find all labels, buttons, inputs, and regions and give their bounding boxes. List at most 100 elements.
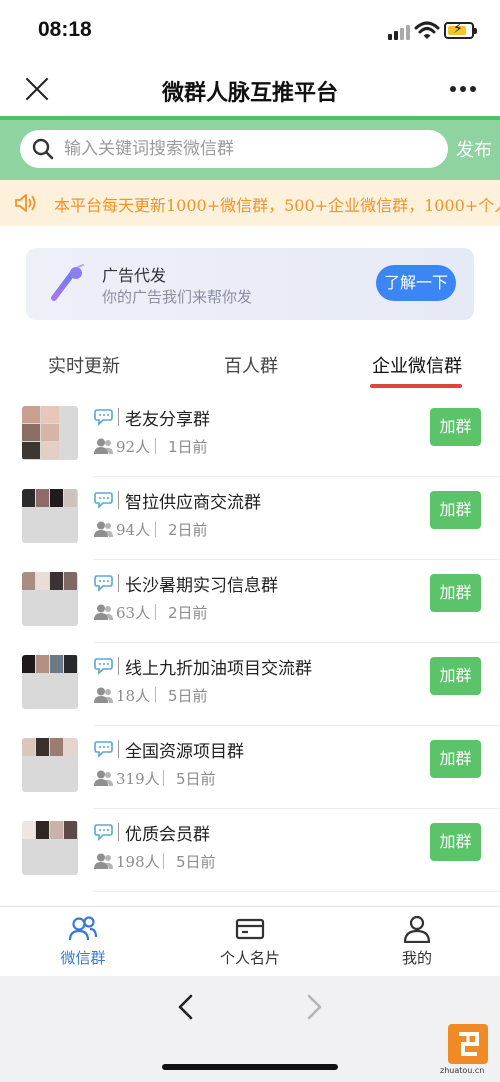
updated-time: 2日前: [168, 521, 208, 539]
join-group-button[interactable]: 加群: [430, 408, 481, 446]
meta-separator: [155, 687, 156, 703]
separator: [118, 408, 119, 426]
tab-enterprise-groups[interactable]: 企业微信群: [372, 352, 462, 378]
meta-separator: [163, 770, 164, 786]
publish-button[interactable]: 发布: [456, 136, 492, 162]
watermark-text: zhuatou.cn: [440, 1066, 485, 1075]
join-group-button[interactable]: 加群: [430, 574, 481, 612]
group-list: 老友分享群 92人 1日前 加群 智拉供应商交流群 94人 2日前 加群 长沙暑…: [0, 394, 500, 892]
updated-time: 5日前: [176, 770, 216, 788]
row-divider: [94, 891, 500, 892]
separator: [118, 657, 119, 675]
member-count: 94人: [116, 521, 151, 539]
active-tab-indicator: [370, 384, 462, 388]
group-name: 优质会员群: [125, 825, 210, 845]
list-item[interactable]: 优质会员群 198人 5日前 加群: [0, 809, 500, 892]
cellular-signal-icon: [388, 24, 410, 40]
microphone-icon: [51, 264, 84, 301]
updated-time: 5日前: [176, 853, 216, 871]
group-avatar: [22, 655, 78, 709]
separator: [118, 491, 119, 509]
tabbar-label: 我的: [401, 949, 432, 967]
separator: [118, 740, 119, 758]
join-group-button[interactable]: 加群: [430, 740, 481, 778]
list-item[interactable]: 智拉供应商交流群 94人 2日前 加群: [0, 477, 500, 560]
chat-icon: [94, 409, 113, 426]
chat-icon: [94, 658, 113, 675]
wifi-icon: [414, 21, 440, 39]
home-indicator[interactable]: [162, 1064, 338, 1070]
search-input[interactable]: [64, 130, 434, 168]
ad-subtitle: 你的广告我们来帮你发: [102, 288, 253, 306]
group-avatar: [22, 821, 78, 875]
tab-hundred-groups[interactable]: 百人群: [224, 352, 278, 378]
group-name: 老友分享群: [125, 410, 210, 430]
tabbar-item-me[interactable]: 我的: [367, 915, 467, 968]
meta-separator: [155, 521, 156, 537]
meta-separator: [155, 604, 156, 620]
group-name: 智拉供应商交流群: [125, 493, 261, 513]
battery-icon: ⚡: [444, 21, 477, 39]
group-name: 线上九折加油项目交流群: [125, 659, 312, 679]
member-count: 63人: [116, 604, 151, 622]
separator: [118, 823, 119, 841]
status-time: 08:18: [38, 18, 92, 41]
chat-icon: [94, 741, 113, 758]
members-icon: [94, 687, 113, 703]
group-avatar: [22, 406, 78, 460]
updated-time: 2日前: [168, 604, 208, 622]
tabbar-item-business-card[interactable]: 个人名片: [200, 915, 300, 968]
people-icon: [68, 916, 98, 941]
main-content: 广告代发 你的广告我们来帮你发 了解一下 实时更新 百人群 企业微信群 老友分享…: [0, 226, 500, 906]
group-avatar: [22, 572, 78, 626]
chat-icon: [94, 575, 113, 592]
list-item[interactable]: 全国资源项目群 319人 5日前 加群: [0, 726, 500, 809]
separator: [118, 574, 119, 592]
join-group-button[interactable]: 加群: [430, 491, 481, 529]
ad-title: 广告代发: [102, 266, 167, 285]
forward-arrow-icon[interactable]: [304, 994, 324, 1020]
member-count: 92人: [116, 438, 151, 456]
learn-more-button[interactable]: 了解一下: [376, 265, 456, 301]
join-group-button[interactable]: 加群: [430, 657, 481, 695]
members-icon: [94, 770, 113, 786]
tabbar-label: 个人名片: [219, 949, 280, 967]
card-icon: [235, 918, 265, 940]
updated-time: 1日前: [168, 438, 208, 456]
join-group-button[interactable]: 加群: [430, 823, 481, 861]
search-icon: [32, 138, 54, 160]
bottom-tab-bar: 微信群 个人名片 我的: [0, 906, 500, 976]
tabbar-label: 微信群: [60, 949, 106, 967]
page-title: 微群人脉互推平台: [161, 81, 338, 106]
group-avatar: [22, 489, 78, 543]
members-icon: [94, 853, 113, 869]
members-icon: [94, 604, 113, 620]
user-icon: [403, 915, 431, 943]
browser-toolbar: [0, 976, 500, 1082]
more-icon[interactable]: [450, 86, 476, 94]
notice-bar: 本平台每天更新1000+微信群，500+企业微信群，1000+个人名片: [0, 180, 500, 226]
tab-realtime[interactable]: 实时更新: [48, 352, 120, 378]
chat-icon: [94, 824, 113, 841]
group-name: 全国资源项目群: [125, 742, 244, 762]
search-box[interactable]: [20, 130, 448, 168]
member-count: 198人: [116, 853, 160, 871]
status-bar: 08:18 ⚡: [0, 0, 500, 62]
list-item[interactable]: 长沙暑期实习信息群 63人 2日前 加群: [0, 560, 500, 643]
back-arrow-icon[interactable]: [176, 994, 196, 1020]
ad-card[interactable]: 广告代发 你的广告我们来帮你发 了解一下: [26, 248, 474, 320]
list-item[interactable]: 老友分享群 92人 1日前 加群: [0, 394, 500, 477]
members-icon: [94, 438, 113, 454]
notice-text: 本平台每天更新1000+微信群，500+企业微信群，1000+个人名片: [54, 196, 500, 215]
watermark-logo: [448, 1024, 488, 1064]
watermark-glyph-icon: [459, 1032, 479, 1056]
tabbar-item-groups[interactable]: 微信群: [33, 915, 133, 968]
group-name: 长沙暑期实习信息群: [125, 576, 278, 596]
members-icon: [94, 521, 113, 537]
navigation-bar: 微群人脉互推平台: [0, 62, 500, 116]
member-count: 319人: [116, 770, 160, 788]
meta-separator: [163, 853, 164, 869]
search-header: 发布: [0, 116, 500, 180]
chat-icon: [94, 492, 113, 509]
list-item[interactable]: 线上九折加油项目交流群 18人 5日前 加群: [0, 643, 500, 726]
